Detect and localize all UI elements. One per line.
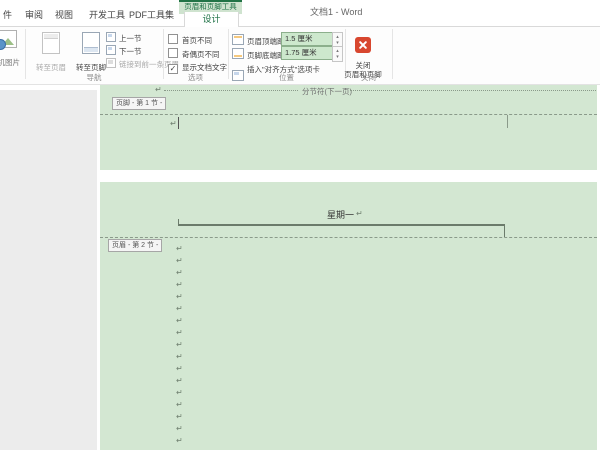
link-to-previous-icon: [106, 58, 116, 68]
pilcrow-mark: ↵: [176, 423, 183, 435]
footer-section-tag: 页脚 - 第 1 节 -: [112, 97, 166, 110]
previous-section-icon: [106, 32, 116, 42]
header-underline: [178, 224, 505, 226]
tab-developer[interactable]: 开发工具: [89, 8, 125, 21]
pilcrow-mark: ↵: [155, 86, 162, 94]
pilcrow-mark: ↵: [176, 339, 183, 351]
online-pictures-icon: [0, 30, 17, 48]
different-first-page-label: 首页不同: [182, 36, 212, 45]
group-label-options: 选项: [163, 72, 228, 83]
body-pilcrow-column: ↵↵↵↵↵↵↵↵↵↵↵↵↵↵↵↵↵: [176, 243, 183, 447]
pilcrow-mark: ↵: [176, 243, 183, 255]
next-section-label: 下一节: [119, 47, 142, 56]
checkbox-icon[interactable]: [168, 48, 178, 58]
page-1[interactable]: ↵ 分节符(下一页) 页脚 - 第 1 节 - ↵: [100, 85, 597, 170]
pilcrow-mark: ↵: [176, 279, 183, 291]
different-odd-even-label: 奇偶页不同: [182, 50, 220, 59]
header-from-top-row: 页眉顶端距离: 1.5 厘米 ▴ ▾: [232, 34, 294, 46]
tab-review[interactable]: 审阅: [25, 8, 43, 21]
online-pictures-label: 联机图片: [0, 57, 26, 68]
different-odd-even-checkbox[interactable]: 奇偶页不同: [168, 48, 220, 59]
pilcrow-mark: ↵: [176, 399, 183, 411]
ribbon-tab-strip: 件 审阅 视图 开发工具 PDF工具集 文档1 - Word: [0, 0, 600, 27]
next-section-icon: [106, 45, 116, 55]
tab-view[interactable]: 视图: [55, 8, 73, 21]
ribbon: 联机图片 转至页眉 转至页脚 上一节 下一节 链接到前一条页眉 导航 首页不同 …: [0, 27, 600, 85]
go-to-header-button[interactable]: 转至页眉: [31, 30, 71, 78]
header-underline-right-cap: [504, 224, 505, 237]
checkbox-icon[interactable]: [168, 34, 178, 44]
group-label-navigation: 导航: [25, 72, 163, 83]
show-document-text-label: 显示文档文字: [182, 63, 227, 72]
text-cursor: [178, 117, 179, 129]
pilcrow-mark: ↵: [176, 315, 183, 327]
right-margin-marker: [507, 115, 508, 128]
section-break-line: [164, 90, 298, 91]
tab-file-partial[interactable]: 件: [3, 8, 12, 21]
page-2[interactable]: 星期一 ↵ 页眉 - 第 2 节 - ↵↵↵↵↵↵↵↵↵↵↵↵↵↵↵↵↵: [100, 182, 597, 450]
previous-section-label: 上一节: [119, 34, 142, 43]
section-break-line: [350, 90, 596, 91]
pilcrow-mark: ↵: [176, 267, 183, 279]
online-pictures-button[interactable]: 联机图片: [0, 30, 26, 68]
window-title: 文档1 - Word: [310, 5, 362, 18]
spinner-down-icon[interactable]: ▾: [336, 54, 339, 60]
pilcrow-mark: ↵: [176, 363, 183, 375]
pilcrow-mark: ↵: [176, 351, 183, 363]
pilcrow-mark: ↵: [176, 411, 183, 423]
section-break-label: 分节符(下一页): [302, 86, 352, 97]
group-label-close: 关闭: [345, 72, 392, 83]
close-x-icon: [355, 37, 371, 53]
document-left-margin-panel: [0, 90, 97, 450]
header-boundary-line: [100, 237, 597, 238]
pilcrow-mark: ↵: [176, 327, 183, 339]
pilcrow-mark: ↵: [176, 387, 183, 399]
go-to-footer-button[interactable]: 转至页脚: [71, 30, 111, 78]
header-section-tag: 页眉 - 第 2 节 -: [108, 239, 162, 252]
close-button-label-line1: 关闭: [340, 61, 386, 70]
word-window: 件 审阅 视图 开发工具 PDF工具集 文档1 - Word 页眉和页脚工具 设…: [0, 0, 600, 450]
pilcrow-mark: ↵: [176, 255, 183, 267]
header-distance-icon: [232, 34, 244, 45]
footer-from-bottom-row: 页脚底端距离: 1.75 厘米 ▴ ▾: [232, 48, 294, 60]
pilcrow-mark: ↵: [170, 120, 177, 128]
go-to-footer-icon: [82, 32, 100, 54]
pilcrow-mark: ↵: [356, 210, 363, 218]
footer-distance-icon: [232, 48, 244, 59]
next-section-button[interactable]: 下一节: [106, 45, 142, 57]
pilcrow-mark: ↵: [176, 375, 183, 387]
pilcrow-mark: ↵: [176, 291, 183, 303]
go-to-header-icon: [42, 32, 60, 54]
header-text: 星期一: [327, 208, 354, 221]
group-separator: [392, 29, 393, 79]
tab-pdf-tools[interactable]: PDF工具集: [129, 8, 174, 21]
group-label-position: 位置: [228, 72, 345, 83]
previous-section-button[interactable]: 上一节: [106, 32, 142, 44]
footer-from-bottom-input[interactable]: 1.75 厘米: [281, 46, 334, 60]
different-first-page-checkbox[interactable]: 首页不同: [168, 34, 212, 45]
header-from-top-input[interactable]: 1.5 厘米: [281, 32, 334, 46]
pilcrow-mark: ↵: [176, 303, 183, 315]
tab-design-active[interactable]: 设计: [184, 12, 239, 27]
footer-boundary-line: [100, 114, 597, 115]
pilcrow-mark: ↵: [176, 435, 183, 447]
